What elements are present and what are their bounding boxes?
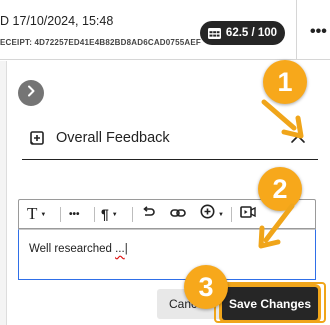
link-button[interactable] bbox=[170, 200, 186, 228]
undo-icon bbox=[141, 205, 155, 223]
caret-down-icon: ▼ bbox=[111, 212, 118, 218]
paragraph-label: ¶ bbox=[101, 206, 109, 222]
insert-button[interactable]: ▼ bbox=[200, 200, 224, 228]
link-icon bbox=[170, 205, 186, 223]
save-changes-button[interactable]: Save Changes bbox=[222, 287, 318, 320]
overall-feedback-title: Overall Feedback bbox=[56, 130, 170, 146]
more-options-button[interactable]: ••• bbox=[310, 22, 330, 42]
paragraph-button[interactable]: ¶ ▼ bbox=[101, 200, 118, 228]
feedback-plus-icon bbox=[30, 131, 44, 145]
collapse-panel-button[interactable] bbox=[18, 80, 44, 106]
callout-arrow-1 bbox=[261, 99, 304, 139]
receipt-id: ECEIPT: 4D72257ED41E4B82BD8AD6CAD0755AEF bbox=[0, 38, 201, 47]
toolbar-divider bbox=[94, 207, 95, 222]
toolbar-divider bbox=[132, 207, 133, 222]
table-grid-icon bbox=[207, 27, 221, 39]
toolbar-divider bbox=[231, 207, 232, 222]
callout-arrow-2 bbox=[258, 203, 295, 249]
submission-header: D 17/10/2024, 15:48 ECEIPT: 4D72257ED41E… bbox=[0, 0, 330, 60]
callout-badge-3: 3 bbox=[184, 265, 228, 309]
undo-button[interactable] bbox=[141, 200, 155, 228]
header-divider bbox=[296, 0, 297, 60]
editor-content[interactable]: Well researched ...| bbox=[29, 243, 128, 255]
toolbar-divider bbox=[60, 207, 61, 222]
more-formatting-button[interactable]: ••• bbox=[69, 200, 80, 228]
chevron-right-icon bbox=[26, 84, 36, 102]
grade-score: 62.5 / 100 bbox=[225, 27, 278, 39]
grade-pill[interactable]: 62.5 / 100 bbox=[200, 21, 285, 45]
submitted-date: D 17/10/2024, 15:48 bbox=[0, 14, 114, 28]
misspelling-marker: ... bbox=[115, 243, 125, 255]
text-style-button[interactable]: T ▼ bbox=[27, 200, 46, 228]
feedback-text: Well researched bbox=[29, 243, 112, 255]
text-style-label: T bbox=[27, 204, 38, 223]
caret-down-icon: ▼ bbox=[218, 212, 224, 218]
plus-circle-icon bbox=[200, 204, 215, 224]
caret-down-icon: ▼ bbox=[40, 212, 47, 218]
text-caret: | bbox=[124, 243, 128, 255]
